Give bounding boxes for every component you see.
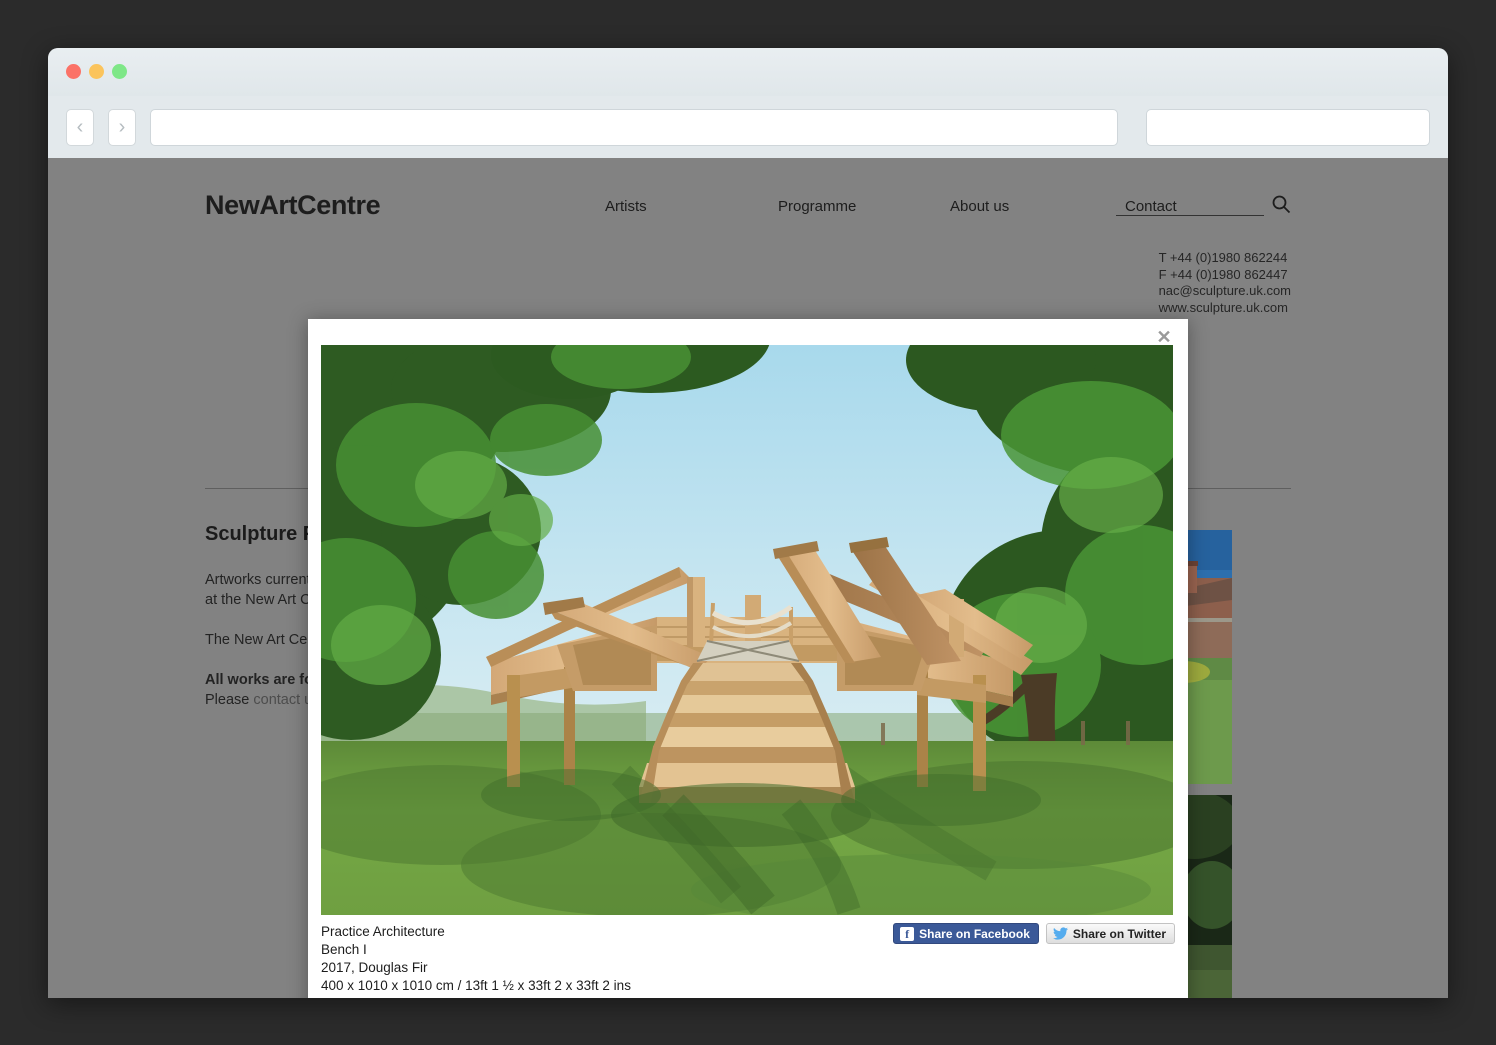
chevron-right-icon: › xyxy=(118,116,126,138)
lightbox-image[interactable] xyxy=(321,345,1173,915)
web-page: NewArtCentre Artists Programme About us … xyxy=(48,158,1448,998)
window-controls[interactable] xyxy=(66,64,127,79)
nav-item-artists[interactable]: Artists xyxy=(605,198,647,215)
search-input-underline[interactable] xyxy=(1116,215,1264,216)
share-twitter-label: Share on Twitter xyxy=(1072,926,1166,941)
facebook-icon: f xyxy=(900,926,915,941)
contact-fax: F +44 (0)1980 862447 xyxy=(1158,266,1288,282)
contact-email[interactable]: nac@sculpture.uk.com xyxy=(1159,283,1291,300)
close-window-button[interactable] xyxy=(66,64,81,79)
forward-button[interactable]: › xyxy=(108,108,136,146)
browser-search-input[interactable] xyxy=(1146,108,1430,146)
share-buttons: f Share on Facebook Share on Twitter xyxy=(893,923,1175,944)
back-button[interactable]: ‹ xyxy=(66,108,94,146)
minimize-window-button[interactable] xyxy=(89,64,104,79)
address-bar[interactable] xyxy=(150,108,1118,146)
site-logo[interactable]: NewArtCentre xyxy=(205,190,381,221)
nav-item-about-us[interactable]: About us xyxy=(950,198,1009,215)
share-on-facebook-button[interactable]: f Share on Facebook xyxy=(893,923,1039,944)
contact-website[interactable]: www.sculpture.uk.com xyxy=(1159,300,1291,317)
site-header: NewArtCentre Artists Programme About us … xyxy=(205,190,1291,230)
caption-dimensions: 400 x 1010 x 1010 cm / 13ft 1 ½ x 33ft 2… xyxy=(321,978,631,993)
twitter-icon xyxy=(1052,927,1068,940)
sales-prefix: Please xyxy=(205,692,254,708)
browser-toolbar: ‹ › xyxy=(48,96,1448,158)
lightbox-caption-area: Practice Architecture Bench I 2017, Doug… xyxy=(321,923,1175,995)
nav-item-programme[interactable]: Programme xyxy=(778,198,856,215)
share-facebook-label: Share on Facebook xyxy=(919,926,1030,941)
browser-titlebar xyxy=(48,48,1448,96)
share-on-twitter-button[interactable]: Share on Twitter xyxy=(1045,923,1175,944)
contact-details: T +44 (0)1980 862244 F +44 (0)1980 86244… xyxy=(1159,250,1291,316)
browser-window: ‹ › NewArtCentre Artists Programme About… xyxy=(48,48,1448,998)
lightbox-dialog: ✕ Practice Architecture Bench I 2017, Do… xyxy=(308,319,1188,998)
contact-phone: T +44 (0)1980 862244 xyxy=(1158,250,1288,265)
search-icon[interactable] xyxy=(1271,194,1291,214)
caption-year-material: 2017, Douglas Fir xyxy=(321,960,428,975)
maximize-window-button[interactable] xyxy=(112,64,127,79)
chevron-left-icon: ‹ xyxy=(76,116,84,138)
site-search[interactable] xyxy=(1116,194,1291,218)
